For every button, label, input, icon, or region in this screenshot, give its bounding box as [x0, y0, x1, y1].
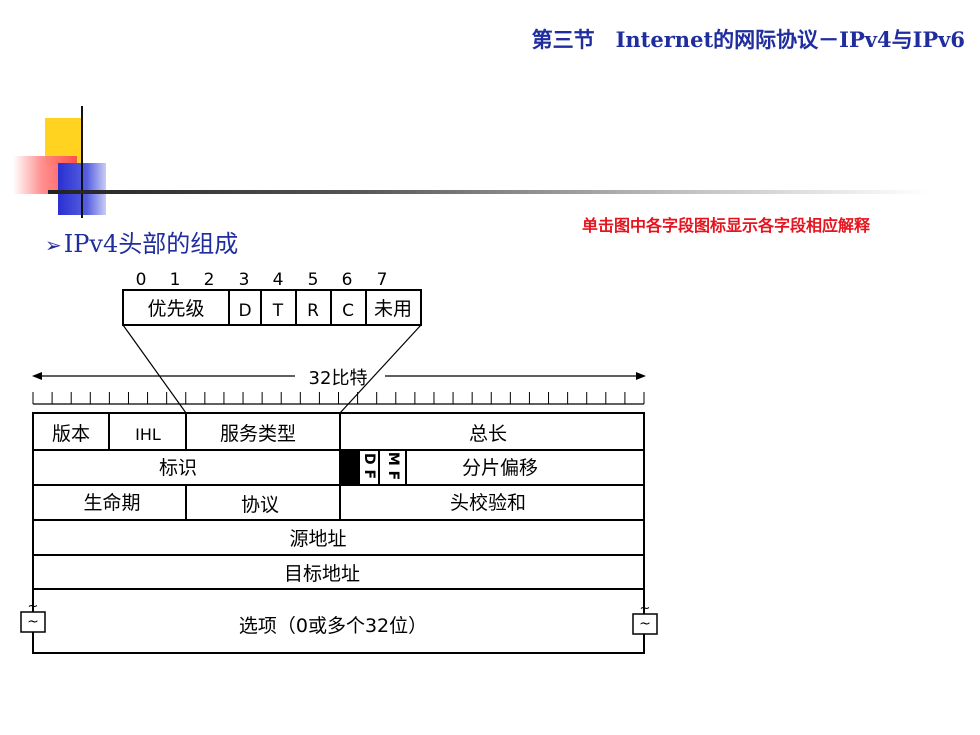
tos-label: 服务类型 — [220, 423, 296, 445]
identification-label: 标识 — [159, 457, 197, 479]
tos-r-label: R — [307, 301, 319, 321]
reserved-bit-field — [339, 449, 360, 486]
tos-bit-label: 2 — [204, 270, 215, 290]
bit-width-arrow: 32比特 — [32, 368, 646, 389]
expansion-line-left — [122, 324, 187, 414]
tos-bit-label: 3 — [239, 270, 250, 290]
ttl-label: 生命期 — [83, 492, 140, 514]
options-label: 选项（0或多个32位） — [239, 615, 427, 637]
tos-unused-label: 未用 — [374, 298, 412, 320]
tos-bit-label: 5 — [308, 270, 319, 290]
bit-ruler — [32, 392, 645, 405]
tos-d-label: D — [238, 301, 251, 321]
tos-bit-label: 0 — [136, 270, 147, 290]
tos-t-label: T — [272, 301, 284, 321]
tos-priority-label: 优先级 — [147, 298, 204, 320]
mf-flag-label: M F — [385, 452, 401, 480]
fragment-offset-label: 分片偏移 — [462, 457, 538, 479]
arrow-left-icon — [32, 372, 42, 380]
source-address-label: 源地址 — [289, 528, 346, 550]
tilde-icon: ~ — [27, 614, 39, 630]
tos-bit-label: 6 — [342, 270, 353, 290]
tos-bit-label: 1 — [170, 270, 181, 290]
ipv4-header-diagram: 0 1 2 3 4 5 6 7 优先级 D T R C 未用 32比特 版本 I… — [20, 270, 658, 654]
bit-width-label: 32比特 — [309, 368, 368, 389]
version-label: 版本 — [52, 423, 90, 445]
tos-bit-label: 7 — [377, 270, 388, 290]
df-flag-label: D F — [361, 453, 377, 479]
dest-address-label: 目标地址 — [284, 563, 360, 585]
tilde-icon: ~ — [28, 599, 39, 614]
tilde-icon: ~ — [640, 601, 651, 616]
total-length-label: 总长 — [469, 423, 507, 445]
header-checksum-label: 头校验和 — [450, 492, 526, 514]
tos-c-label: C — [342, 301, 354, 321]
tilde-icon: ~ — [639, 616, 651, 632]
tos-bit-label: 4 — [273, 270, 284, 290]
arrow-right-icon — [636, 372, 646, 380]
protocol-label: 协议 — [241, 494, 279, 516]
ihl-label: IHL — [135, 425, 161, 444]
